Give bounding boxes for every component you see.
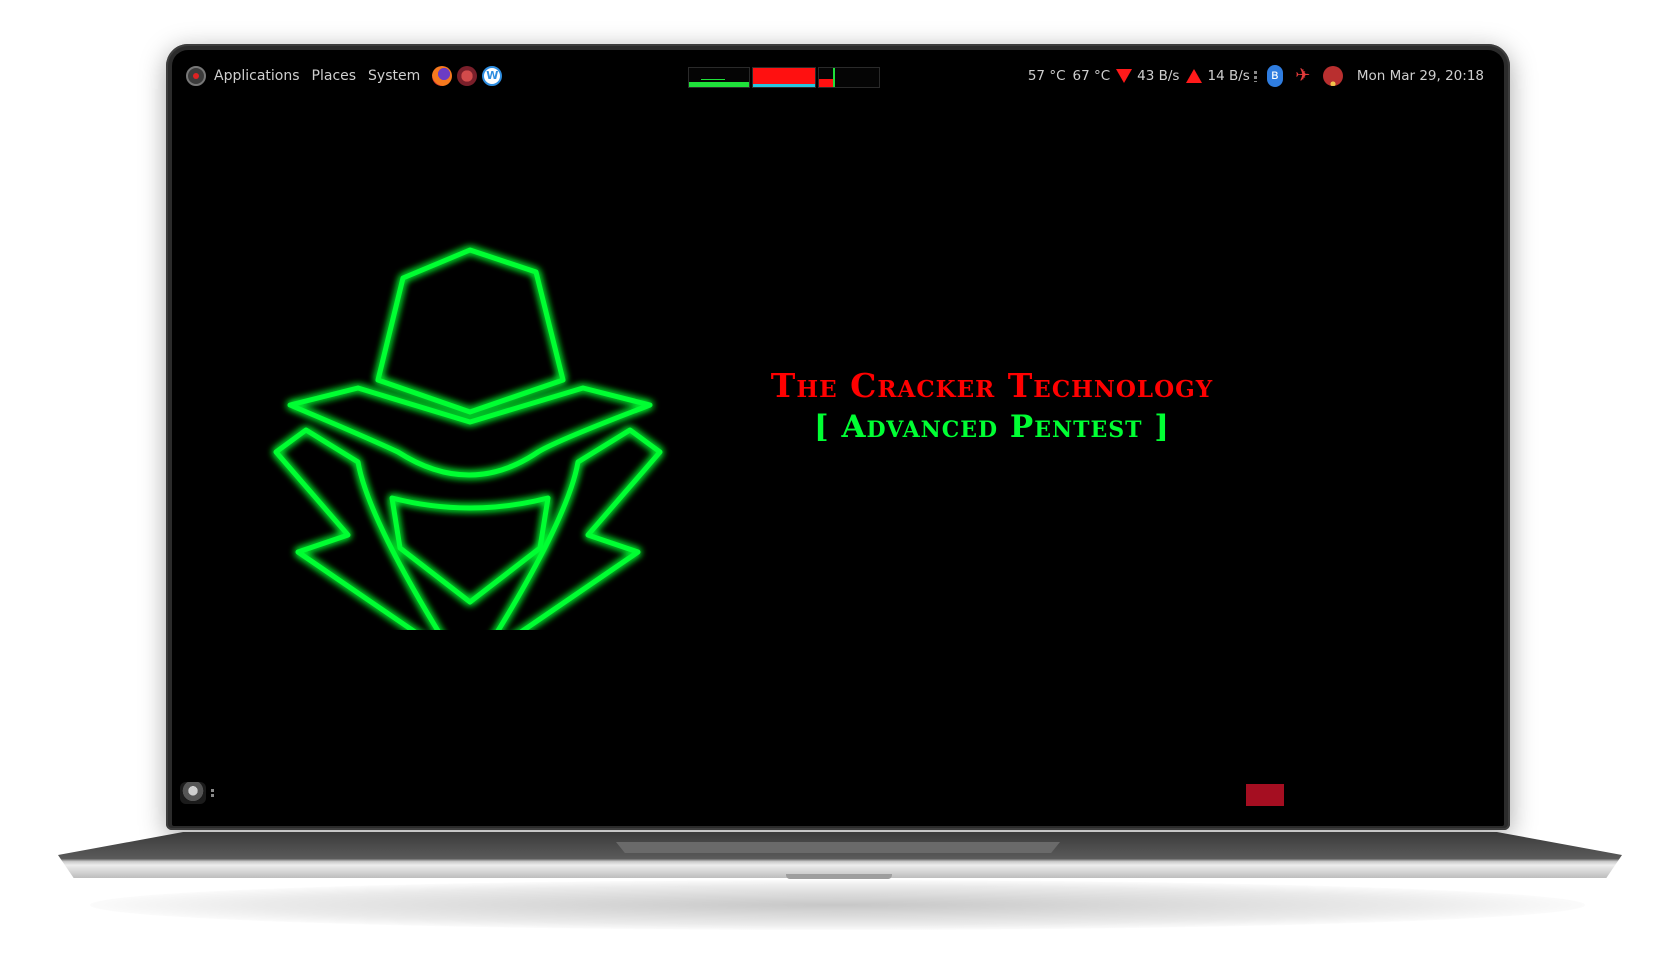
network-icon[interactable]: ✈ xyxy=(1293,65,1313,87)
gpu-temperature: 67 °C xyxy=(1072,68,1111,84)
system-monitor[interactable] xyxy=(688,67,880,88)
wallpaper-title-block: The Cracker Technology [ Advanced Pentes… xyxy=(712,366,1272,448)
clock[interactable]: Mon Mar 29, 20:18 xyxy=(1357,68,1484,84)
cpu-graph xyxy=(688,67,750,88)
hat-brim-shape xyxy=(287,385,653,478)
menu-places[interactable]: Places xyxy=(312,68,357,84)
bottom-panel-left xyxy=(180,782,214,804)
panel-menu: Applications Places System W xyxy=(186,58,503,94)
download-arrow-icon xyxy=(1116,69,1133,83)
system-tray: 57 °C 67 °C 43 B/s 14 B/s ʙ ✈ Mon Mar 29… xyxy=(1028,58,1484,94)
right-lapel-shape xyxy=(495,427,663,630)
cpu-graph-fill xyxy=(689,82,749,87)
drag-handle-icon[interactable] xyxy=(1253,70,1257,82)
wallpaper-subtitle: [ Advanced Pentest ] xyxy=(814,409,1170,445)
laptop-base xyxy=(58,832,1622,878)
hat-crown-shape xyxy=(375,247,566,415)
workspace-switcher[interactable] xyxy=(1246,784,1284,806)
hacker-emblem-icon xyxy=(273,247,663,630)
writer-icon[interactable]: W xyxy=(482,66,503,86)
menu-applications[interactable]: Applications xyxy=(214,68,300,84)
network-graph-fill xyxy=(819,79,833,87)
bottom-drag-handle-icon[interactable] xyxy=(211,788,214,798)
network-graph-line xyxy=(833,68,835,87)
upload-arrow-icon xyxy=(1186,69,1203,83)
upload-speed: 14 B/s xyxy=(1207,68,1250,84)
wallpaper-title: The Cracker Technology xyxy=(770,366,1214,405)
laptop-hinge xyxy=(616,842,1060,853)
top-panel: Applications Places System W 57 °C 67 °C… xyxy=(172,58,1504,94)
memory-graph xyxy=(752,67,816,88)
laptop-shadow xyxy=(90,880,1585,930)
wifi-icon[interactable] xyxy=(1322,66,1343,86)
memory-graph-swap xyxy=(753,84,815,87)
show-desktop-icon[interactable] xyxy=(180,782,206,804)
cpu-graph-line xyxy=(701,79,725,80)
bluetooth-icon[interactable]: ʙ xyxy=(1266,65,1283,87)
cpu-temperature: 57 °C xyxy=(1027,68,1066,84)
firefox-icon[interactable] xyxy=(432,66,453,86)
laptop-notch xyxy=(786,874,892,879)
menu-system[interactable]: System xyxy=(368,68,420,84)
left-lapel-shape xyxy=(273,427,441,630)
distro-logo-icon[interactable] xyxy=(186,66,206,86)
desktop-screen: Applications Places System W 57 °C 67 °C… xyxy=(172,50,1504,826)
burpsuite-icon[interactable] xyxy=(457,66,478,86)
download-speed: 43 B/s xyxy=(1137,68,1180,84)
network-graph xyxy=(818,67,880,88)
